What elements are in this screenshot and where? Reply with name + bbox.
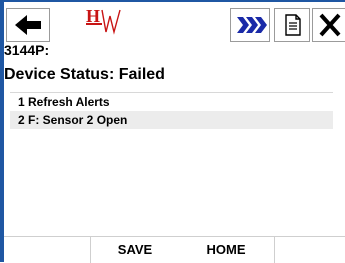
- left-arrow-icon: [15, 15, 41, 35]
- forward-button[interactable]: [230, 8, 270, 42]
- device-status-title: Device Status: Failed: [4, 66, 165, 83]
- toolbar: H: [4, 2, 345, 42]
- back-button[interactable]: [6, 8, 50, 42]
- list-item[interactable]: 2 F: Sensor 2 Open: [10, 111, 333, 129]
- hw-logo: H: [84, 4, 124, 40]
- document-icon: [285, 14, 301, 36]
- device-id: 3144P:: [4, 42, 50, 58]
- footer-bar: SAVE HOME: [4, 236, 345, 263]
- double-chevron-right-icon: [237, 17, 267, 33]
- close-button[interactable]: [312, 8, 345, 42]
- home-button[interactable]: HOME: [178, 237, 275, 263]
- list-item[interactable]: 1 Refresh Alerts: [10, 93, 333, 111]
- save-button[interactable]: SAVE: [90, 237, 180, 263]
- alert-list: 1 Refresh Alerts 2 F: Sensor 2 Open: [10, 92, 333, 129]
- document-button[interactable]: [274, 8, 310, 42]
- logo-icon: H: [86, 6, 121, 35]
- close-icon: [319, 13, 341, 37]
